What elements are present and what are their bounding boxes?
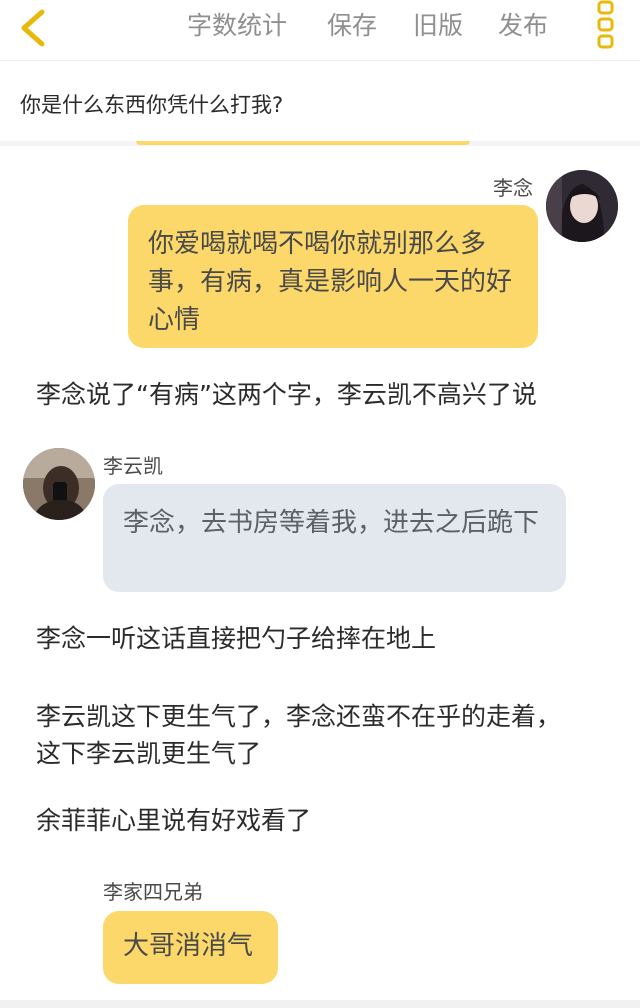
speaker-name: 李家四兄弟 [103,880,203,904]
chat-bubble: 李念，去书房等着我，进去之后跪下 [103,484,566,592]
bottom-edge [0,1000,640,1008]
avatar[interactable] [23,448,95,520]
publish-button[interactable]: 发布 [498,10,548,42]
previous-bubble-edge [136,141,470,145]
narration-text: 余菲菲心里说有好戏看了 [36,806,312,835]
old-version-button[interactable]: 旧版 [413,10,463,42]
top-toolbar: 字数统计 保存 旧版 发布 [0,0,640,61]
more-options-button[interactable] [592,0,620,52]
avatar-girl-icon [546,170,618,242]
save-button[interactable]: 保存 [327,10,377,42]
chevron-left-icon [21,9,45,47]
chapter-title[interactable]: 你是什么东西你凭什么打我? [20,89,283,119]
narration-text: 李云凯这下更生气了，李念还蛮不在乎的走着，这下李云凯更生气了 [36,702,562,768]
chapter-title-bar[interactable]: 你是什么东西你凭什么打我? [0,61,640,141]
more-vertical-icon [597,0,614,49]
chat-bubble: 你爱喝就喝不喝你就别那么多事，有病，真是影响人一天的好心情 [128,205,538,348]
speaker-name: 李云凯 [103,454,163,478]
narration-text: 李念说了“有病”这两个字，李云凯不高兴了说 [36,380,537,409]
narration-text: 李念一听这话直接把勺子给摔在地上 [36,624,437,653]
avatar-boy-icon [23,448,95,520]
speaker-name: 李念 [493,176,533,200]
chat-bubble: 大哥消消气 [103,911,278,984]
avatar[interactable] [546,170,618,242]
back-button[interactable] [14,6,54,50]
word-count-button[interactable]: 字数统计 [187,10,287,42]
